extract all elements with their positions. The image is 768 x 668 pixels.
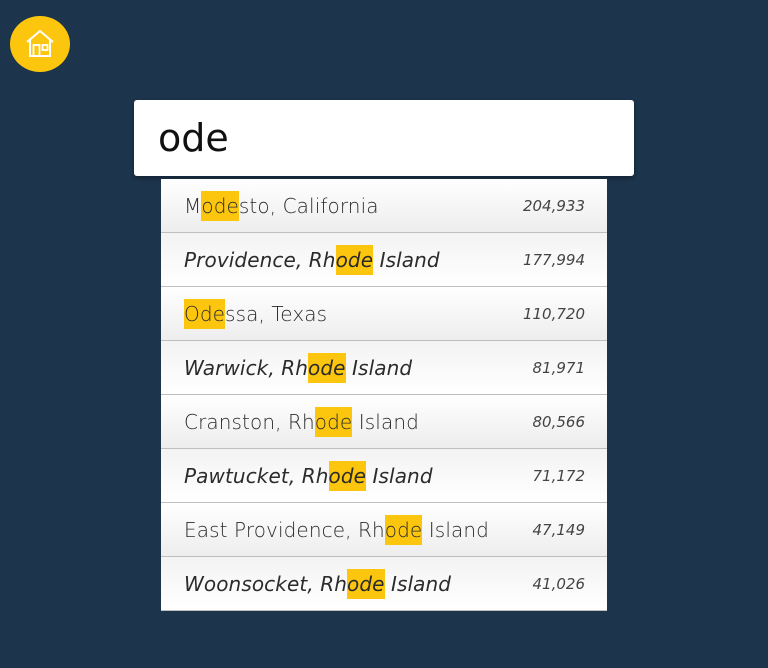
list-item[interactable]: Odessa, Texas 110,720 bbox=[161, 287, 607, 341]
match-highlight: ode bbox=[201, 190, 239, 221]
city-name: East Providence, Rhode Island bbox=[184, 514, 489, 545]
name-prefix: M bbox=[184, 193, 202, 218]
list-item[interactable]: Pawtucket, Rhode Island 71,172 bbox=[161, 449, 607, 503]
city-name: Modesto, California bbox=[184, 190, 379, 221]
population: 41,026 bbox=[532, 574, 586, 593]
name-suffix: Island bbox=[384, 571, 452, 596]
city-name: Woonsocket, Rhode Island bbox=[184, 568, 452, 599]
city-name: Providence, Rhode Island bbox=[184, 244, 440, 275]
list-item[interactable]: Woonsocket, Rhode Island 41,026 bbox=[161, 557, 607, 611]
city-name: Cranston, Rhode Island bbox=[184, 406, 419, 437]
name-suffix: Island bbox=[373, 247, 440, 272]
population: 47,149 bbox=[532, 520, 586, 539]
match-highlight: ode bbox=[328, 460, 367, 491]
city-name: Pawtucket, Rhode Island bbox=[184, 460, 433, 491]
name-suffix: ssa, Texas bbox=[225, 301, 328, 326]
home-button[interactable] bbox=[10, 16, 70, 72]
name-suffix: Island bbox=[366, 463, 433, 488]
city-name: Warwick, Rhode Island bbox=[184, 352, 413, 383]
list-item[interactable]: Providence, Rhode Island 177,994 bbox=[161, 233, 607, 287]
match-highlight: ode bbox=[384, 514, 423, 545]
list-item[interactable]: East Providence, Rhode Island 47,149 bbox=[161, 503, 607, 557]
name-suffix: Island bbox=[422, 517, 489, 542]
home-icon bbox=[26, 30, 54, 57]
name-prefix: Pawtucket, Rh bbox=[184, 463, 329, 488]
match-highlight: Ode bbox=[184, 298, 226, 329]
list-item[interactable]: Modesto, California 204,933 bbox=[161, 179, 607, 233]
list-item[interactable]: Cranston, Rhode Island 80,566 bbox=[161, 395, 607, 449]
results-list: Modesto, California 204,933 Providence, … bbox=[161, 179, 607, 611]
name-prefix: Warwick, Rh bbox=[184, 355, 309, 380]
population: 204,933 bbox=[522, 196, 585, 215]
match-highlight: ode bbox=[335, 244, 374, 275]
population: 177,994 bbox=[522, 250, 585, 269]
name-prefix: Woonsocket, Rh bbox=[184, 571, 347, 596]
match-highlight: ode bbox=[314, 406, 353, 437]
list-item[interactable]: Warwick, Rhode Island 81,971 bbox=[161, 341, 607, 395]
name-suffix: Island bbox=[352, 409, 419, 434]
name-prefix: East Providence, Rh bbox=[184, 517, 385, 542]
city-name: Odessa, Texas bbox=[184, 298, 328, 329]
population: 110,720 bbox=[522, 304, 585, 323]
name-suffix: sto, California bbox=[238, 193, 379, 218]
population: 71,172 bbox=[532, 466, 586, 485]
name-prefix: Providence, Rh bbox=[184, 247, 336, 272]
match-highlight: ode bbox=[308, 352, 346, 383]
population: 80,566 bbox=[532, 412, 586, 431]
search-box bbox=[134, 100, 634, 176]
search-input[interactable] bbox=[134, 100, 634, 176]
name-suffix: Island bbox=[345, 355, 413, 380]
population: 81,971 bbox=[532, 358, 586, 377]
match-highlight: ode bbox=[347, 568, 385, 599]
name-prefix: Cranston, Rh bbox=[184, 409, 315, 434]
